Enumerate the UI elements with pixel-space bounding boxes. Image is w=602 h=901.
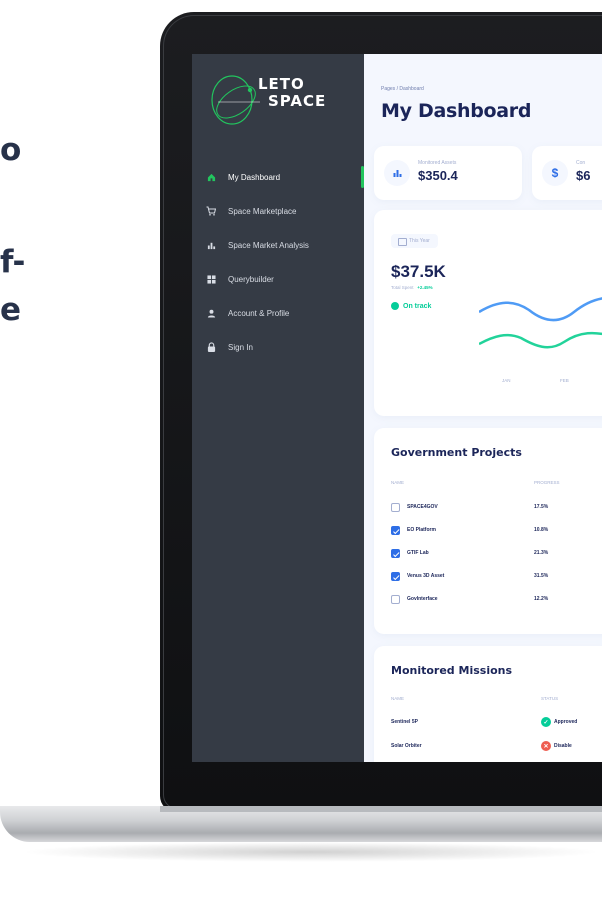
- table-row: GTIF Lab 21.3%: [391, 546, 602, 562]
- brand-wordmark: LETO SPACE: [258, 76, 326, 110]
- stat-card-second: $ Con $6: [532, 146, 602, 200]
- sidebar-item-my-dashboard[interactable]: My Dashboard: [204, 160, 364, 194]
- project-progress: 12.2%: [534, 596, 549, 602]
- status-badge: ✕ Disable: [541, 741, 572, 751]
- project-name: GovInterface: [407, 596, 438, 602]
- chart-series-green: [479, 331, 602, 349]
- spend-line-chart: [479, 297, 602, 349]
- sidebar-nav: My Dashboard Space Marketplace Space Mar…: [204, 160, 364, 364]
- check-circle-icon: ✓: [541, 717, 551, 727]
- project-name: SPACE4GOV: [407, 504, 438, 510]
- check-circle-icon: [391, 302, 399, 310]
- cart-icon: [204, 204, 218, 218]
- table-row: SPACE4GOV 17.5%: [391, 500, 602, 516]
- status-badge: ✓ Approved: [541, 717, 577, 727]
- total-spent-label: Total Spent: [391, 285, 414, 290]
- table-row: EO Platform 10.8%: [391, 523, 602, 539]
- column-header-progress[interactable]: PROGRESS: [534, 480, 560, 485]
- spend-chart-card: This Year $37.5K Total Spent +2.45% On t…: [374, 210, 602, 416]
- dollar-icon: $: [542, 160, 568, 186]
- month-label: FEB: [560, 378, 569, 383]
- monitored-missions-card: Monitored Missions NAME STATUS Sentinel …: [374, 646, 602, 762]
- project-name: EO Platform: [407, 527, 436, 533]
- bar-chart-icon: [204, 238, 218, 252]
- sidebar-item-space-marketplace[interactable]: Space Marketplace: [204, 194, 364, 228]
- sidebar-item-label: My Dashboard: [228, 172, 281, 182]
- sidebar-item-querybuilder[interactable]: Querybuilder: [204, 262, 364, 296]
- project-progress: 21.3%: [534, 550, 549, 556]
- stat-value: $6: [576, 168, 591, 183]
- table-row: GovInterface 12.2%: [391, 592, 602, 608]
- row-checkbox[interactable]: [391, 572, 400, 581]
- hero-text-fragment-2: f-: [0, 244, 25, 280]
- laptop-hinge: [160, 806, 602, 812]
- brand-line-2: SPACE: [268, 92, 327, 110]
- project-progress: 10.8%: [534, 527, 549, 533]
- column-header-status[interactable]: STATUS: [541, 696, 558, 701]
- on-track-status: On track: [391, 302, 431, 310]
- home-icon: [204, 170, 218, 184]
- government-projects-title: Government Projects: [391, 446, 522, 459]
- sidebar-item-label: Sign In: [228, 342, 253, 352]
- table-row: Venus 3D Asset 31.5%: [391, 569, 602, 585]
- laptop-screen: LETO SPACE My Dashboard Space Marketplac…: [192, 54, 602, 762]
- total-spent-caption: Total Spent +2.45%: [391, 285, 433, 290]
- row-checkbox[interactable]: [391, 503, 400, 512]
- project-progress: 31.5%: [534, 573, 549, 579]
- project-name: GTIF Lab: [407, 550, 429, 556]
- breadcrumb[interactable]: Pages / Dashboard: [381, 86, 424, 92]
- stat-value: $350.4: [418, 168, 458, 183]
- monitored-missions-title: Monitored Missions: [391, 664, 513, 677]
- laptop-shadow: [20, 842, 602, 862]
- sidebar-item-space-market-analysis[interactable]: Space Market Analysis: [204, 228, 364, 262]
- status-label: Approved: [554, 719, 578, 725]
- status-label: Disable: [554, 743, 572, 749]
- sidebar-item-label: Space Market Analysis: [228, 240, 309, 250]
- row-checkbox[interactable]: [391, 549, 400, 558]
- row-checkbox[interactable]: [391, 595, 400, 604]
- project-name: Venus 3D Asset: [407, 573, 445, 579]
- government-projects-card: Government Projects NAME PROGRESS SPACE4…: [374, 428, 602, 634]
- period-selector[interactable]: This Year: [391, 234, 438, 248]
- total-spent-value: $37.5K: [391, 262, 446, 281]
- project-progress: 17.5%: [534, 504, 549, 510]
- sidebar-item-label: Account & Profile: [228, 308, 290, 318]
- grid-icon: [204, 272, 218, 286]
- sidebar: LETO SPACE My Dashboard Space Marketplac…: [192, 54, 364, 762]
- mission-name: Solar Orbiter: [391, 743, 422, 749]
- hero-text-fragment-1: o: [0, 132, 21, 168]
- laptop-base: [0, 806, 602, 842]
- brand-logo[interactable]: LETO SPACE: [210, 72, 350, 132]
- total-spent-delta: +2.45%: [417, 285, 433, 290]
- person-icon: [204, 306, 218, 320]
- mission-name: Sentinel 5P: [391, 719, 418, 725]
- stat-card-monitored-assets: Monitored Assets $350.4: [374, 146, 522, 200]
- lock-icon: [204, 340, 218, 354]
- close-circle-icon: ✕: [541, 741, 551, 751]
- stat-label: Con: [576, 160, 586, 166]
- column-header-name[interactable]: NAME: [391, 696, 404, 701]
- main-content: Pages / Dashboard My Dashboard Monitored…: [364, 54, 602, 762]
- month-label: JAN: [502, 378, 511, 383]
- page-title: My Dashboard: [381, 100, 532, 122]
- row-checkbox[interactable]: [391, 526, 400, 535]
- hero-text-fragment-3: e: [0, 292, 21, 328]
- stat-label: Monitored Assets: [418, 160, 457, 166]
- sidebar-item-label: Space Marketplace: [228, 206, 297, 216]
- sidebar-item-label: Querybuilder: [228, 274, 274, 284]
- sidebar-item-sign-in[interactable]: Sign In: [204, 330, 364, 364]
- bar-chart-icon: [384, 160, 410, 186]
- table-row: Sentinel 5P ✓ Approved: [391, 714, 602, 732]
- orbit-logo-icon: [211, 75, 260, 125]
- table-row: Solar Orbiter ✕ Disable: [391, 738, 602, 756]
- column-header-name[interactable]: NAME: [391, 480, 404, 485]
- chart-series-blue: [479, 297, 602, 322]
- on-track-label: On track: [403, 302, 432, 310]
- sidebar-item-account-profile[interactable]: Account & Profile: [204, 296, 364, 330]
- brand-line-1: LETO: [258, 75, 305, 93]
